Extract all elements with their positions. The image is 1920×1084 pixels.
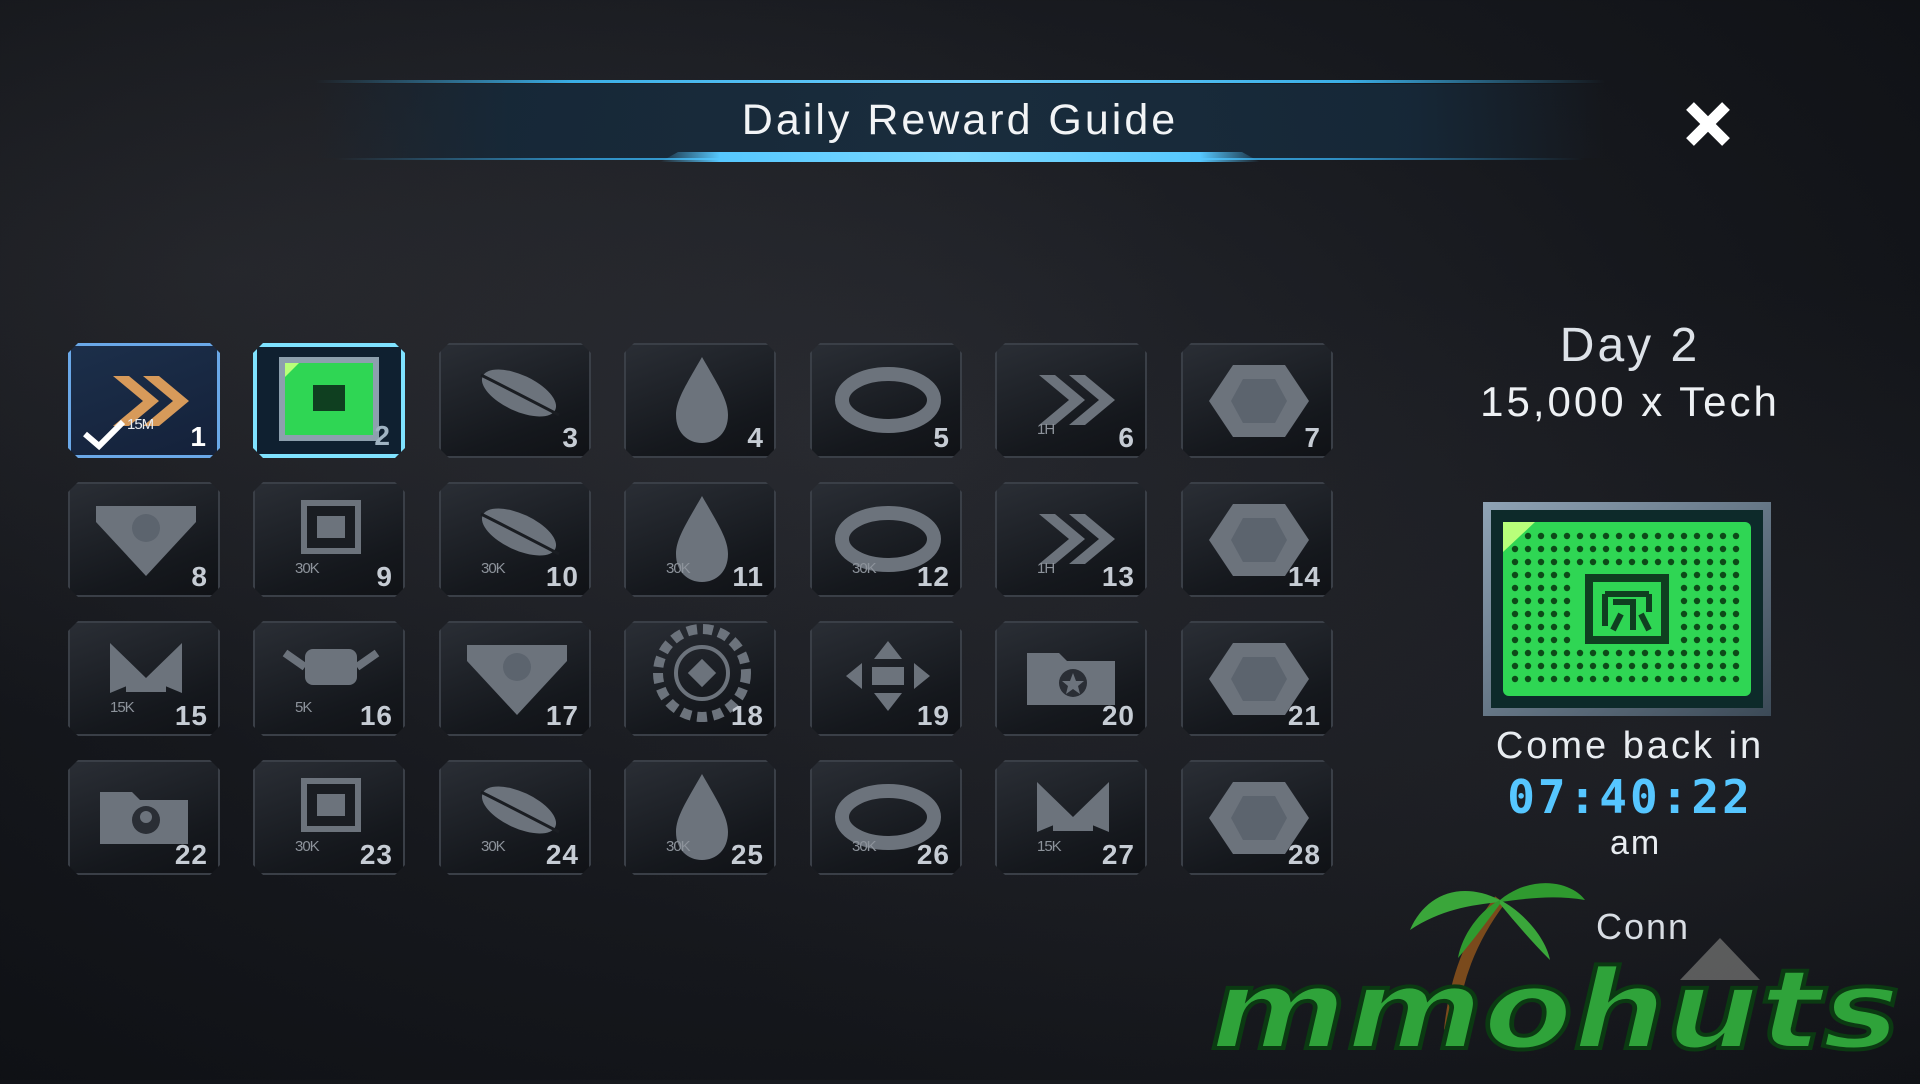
- day-number: 16: [359, 700, 393, 731]
- day-number: 14: [1287, 561, 1321, 592]
- day-number: 11: [732, 561, 764, 592]
- reward-amount: 30K: [481, 560, 505, 577]
- day-number: 21: [1287, 700, 1321, 731]
- countdown-timer: 07:40:22: [1507, 770, 1753, 824]
- reward-amount: 30K: [852, 560, 876, 577]
- day-reward-cell[interactable]: 3: [439, 343, 591, 458]
- reward-amount: 30K: [295, 560, 319, 577]
- reward-amount: 1H: [1037, 421, 1055, 438]
- day-reward-cell[interactable]: 22: [68, 760, 220, 875]
- day-number: 4: [747, 422, 764, 453]
- day-reward-cell[interactable]: 18: [624, 621, 776, 736]
- close-icon: [1686, 102, 1730, 146]
- day-number: 10: [545, 561, 579, 592]
- day-reward-cell[interactable]: 30K 9: [253, 482, 405, 597]
- day-number: 20: [1101, 700, 1135, 731]
- day-reward-cell[interactable]: 30K 10: [439, 482, 591, 597]
- day-number: 9: [376, 561, 393, 592]
- day-number: 3: [562, 422, 579, 453]
- day-reward-cell[interactable]: 1H 6: [995, 343, 1147, 458]
- day-reward-cell[interactable]: 30K 11: [624, 482, 776, 597]
- day-number: 7: [1304, 422, 1321, 453]
- day-reward-cell[interactable]: 1H 13: [995, 482, 1147, 597]
- day-number: 6: [1118, 422, 1135, 453]
- day-number: 22: [174, 839, 208, 870]
- day-number: 1: [190, 421, 207, 452]
- header-glow: [660, 152, 1260, 162]
- reward-amount: 30K: [852, 838, 876, 855]
- reward-amount: 15K: [1037, 838, 1061, 855]
- time-ampm: am: [1610, 824, 1662, 862]
- day-reward-cell[interactable]: 30K 12: [810, 482, 962, 597]
- watermark-logo: mmohuts: [1200, 860, 1920, 1080]
- day-number: 26: [916, 839, 950, 870]
- day-reward-cell[interactable]: 30K 23: [253, 760, 405, 875]
- reward-amount: 30K: [666, 560, 690, 577]
- day-reward-cell[interactable]: 30K 25: [624, 760, 776, 875]
- day-number: 19: [916, 700, 950, 731]
- day-number: 5: [933, 422, 950, 453]
- reward-amount: 5K: [295, 699, 312, 716]
- day-reward-cell[interactable]: 8: [68, 482, 220, 597]
- header-line: [315, 80, 1605, 83]
- day-reward-cell[interactable]: 20: [995, 621, 1147, 736]
- day-reward-cell[interactable]: 15M 1: [68, 343, 220, 458]
- day-reward-cell[interactable]: 21: [1181, 621, 1333, 736]
- daily-reward-grid: 15M 1 2 3 4 5 1H 6 7 8 30K 9 30K 10 30K 11 30K 12 1H 13 14 15…: [68, 343, 1338, 879]
- day-number: 25: [730, 839, 764, 870]
- day-reward-cell[interactable]: 30K 24: [439, 760, 591, 875]
- day-reward-cell[interactable]: 19: [810, 621, 962, 736]
- day-number: 27: [1101, 839, 1135, 870]
- day-reward-cell[interactable]: 5: [810, 343, 962, 458]
- day-number: 24: [545, 839, 579, 870]
- day-reward-cell[interactable]: 4: [624, 343, 776, 458]
- come-back-label: Come back in: [1495, 725, 1765, 767]
- svg-text:mmohuts: mmohuts: [1210, 946, 1900, 1074]
- day-number: 15: [174, 700, 208, 731]
- day-reward-cell[interactable]: 15K 15: [68, 621, 220, 736]
- day-reward-cell[interactable]: 28: [1181, 760, 1333, 875]
- reward-amount: 15M: [127, 416, 154, 433]
- close-button[interactable]: [1680, 96, 1736, 152]
- dialog-title: Daily Reward Guide: [741, 96, 1179, 144]
- tech-chip-icon: [1483, 502, 1771, 716]
- day-reward-cell[interactable]: 14: [1181, 482, 1333, 597]
- reward-amount: 30K: [481, 838, 505, 855]
- day-number: 2: [374, 420, 391, 451]
- selected-reward-label: 15,000 x Tech: [1480, 378, 1780, 425]
- day-reward-cell[interactable]: 5K 16: [253, 621, 405, 736]
- day-reward-cell[interactable]: 17: [439, 621, 591, 736]
- day-number: 17: [545, 700, 579, 731]
- reward-amount: 15K: [110, 699, 134, 716]
- day-number: 18: [730, 700, 764, 731]
- dialog-header: Daily Reward Guide: [315, 78, 1605, 166]
- reward-amount: 30K: [666, 838, 690, 855]
- selected-day-label: Day 2: [1559, 319, 1701, 372]
- day-number: 8: [191, 561, 208, 592]
- day-reward-cell[interactable]: 7: [1181, 343, 1333, 458]
- day-reward-cell[interactable]: 30K 26: [810, 760, 962, 875]
- reward-amount: 1H: [1037, 560, 1055, 577]
- day-reward-cell[interactable]: 15K 27: [995, 760, 1147, 875]
- day-number: 23: [359, 839, 393, 870]
- day-number: 13: [1101, 561, 1135, 592]
- day-number: 12: [916, 561, 950, 592]
- day-reward-cell[interactable]: 2: [253, 343, 405, 458]
- reward-amount: 30K: [295, 838, 319, 855]
